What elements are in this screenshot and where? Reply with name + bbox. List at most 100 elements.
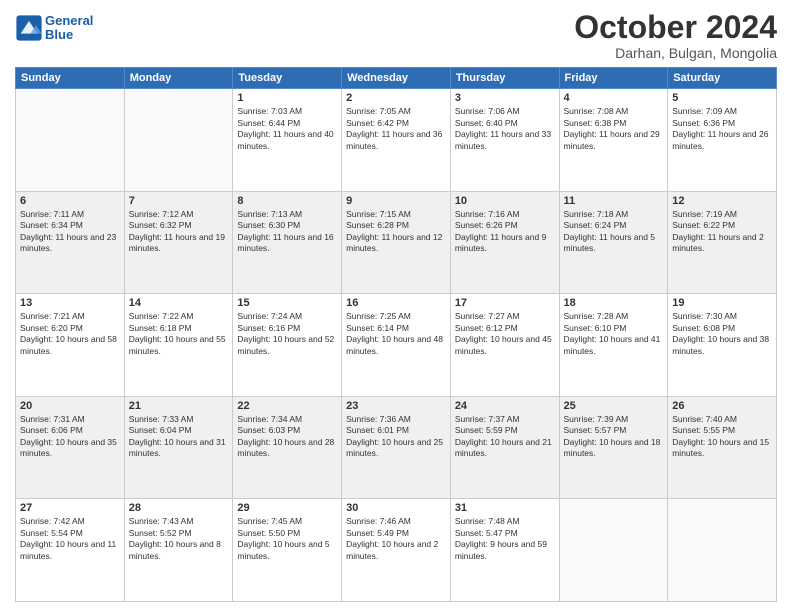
day-cell: 10 Sunrise: 7:16 AMSunset: 6:26 PMDayligh… [450,191,559,294]
day-cell: 12 Sunrise: 7:19 AMSunset: 6:22 PMDayligh… [668,191,777,294]
day-number: 27 [20,502,120,514]
col-tuesday: Tuesday [233,68,342,89]
col-friday: Friday [559,68,668,89]
day-number: 25 [564,400,664,412]
col-monday: Monday [124,68,233,89]
day-cell: 7Sunrise: 7:12 AMSunset: 6:32 PMDaylight… [124,191,233,294]
day-cell: 11 Sunrise: 7:18 AMSunset: 6:24 PMDayligh… [559,191,668,294]
week-row-1: 1 Sunrise: 7:03 AMSunset: 6:44 PMDaylight… [16,89,777,192]
day-cell: 2 Sunrise: 7:05 AMSunset: 6:42 PMDaylight… [342,89,451,192]
day-cell: 29Sunrise: 7:45 AMSunset: 5:50 PMDayligh… [233,499,342,602]
day-info: Sunrise: 7:42 AMSunset: 5:54 PMDaylight:… [20,516,120,562]
day-number: 31 [455,502,555,514]
day-cell: 9 Sunrise: 7:15 AMSunset: 6:28 PMDaylight… [342,191,451,294]
day-info: Sunrise: 7:48 AMSunset: 5:47 PMDaylight:… [455,516,555,562]
logo-line2: Blue [45,27,73,42]
day-cell [668,499,777,602]
day-info: Sunrise: 7:33 AMSunset: 6:04 PMDaylight:… [129,414,229,460]
day-cell: 6 Sunrise: 7:11 AMSunset: 6:34 PMDaylight… [16,191,125,294]
day-number: 12 [672,195,772,207]
col-wednesday: Wednesday [342,68,451,89]
day-info: Sunrise: 7:30 AMSunset: 6:08 PMDaylight:… [672,311,772,357]
day-info: Sunrise: 7:05 AMSunset: 6:42 PMDaylight:… [346,106,446,152]
day-cell: 19Sunrise: 7:30 AMSunset: 6:08 PMDayligh… [668,294,777,397]
day-cell: 4Sunrise: 7:08 AMSunset: 6:38 PMDaylight… [559,89,668,192]
day-cell: 26 Sunrise: 7:40 AMSunset: 5:55 PMDayligh… [668,396,777,499]
col-saturday: Saturday [668,68,777,89]
day-cell: 24Sunrise: 7:37 AMSunset: 5:59 PMDayligh… [450,396,559,499]
day-info: Sunrise: 7:13 AMSunset: 6:30 PMDaylight:… [237,209,337,255]
day-info: Sunrise: 7:27 AMSunset: 6:12 PMDaylight:… [455,311,555,357]
day-cell: 3 Sunrise: 7:06 AMSunset: 6:40 PMDaylight… [450,89,559,192]
day-number: 16 [346,297,446,309]
week-row-5: 27 Sunrise: 7:42 AMSunset: 5:54 PMDayligh… [16,499,777,602]
day-number: 2 [346,92,446,104]
day-cell [124,89,233,192]
day-info: Sunrise: 7:21 AMSunset: 6:20 PMDaylight:… [20,311,120,357]
day-number: 17 [455,297,555,309]
day-cell: 16 Sunrise: 7:25 AMSunset: 6:14 PMDayligh… [342,294,451,397]
day-info: Sunrise: 7:43 AMSunset: 5:52 PMDaylight:… [129,516,229,562]
day-info: Sunrise: 7:40 AMSunset: 5:55 PMDaylight:… [672,414,772,460]
day-number: 23 [346,400,446,412]
day-info: Sunrise: 7:45 AMSunset: 5:50 PMDaylight:… [237,516,337,562]
day-cell: 21 Sunrise: 7:33 AMSunset: 6:04 PMDayligh… [124,396,233,499]
day-number: 8 [237,195,337,207]
day-info: Sunrise: 7:11 AMSunset: 6:34 PMDaylight:… [20,209,120,255]
day-number: 26 [672,400,772,412]
logo-line1: General [45,13,93,28]
day-info: Sunrise: 7:28 AMSunset: 6:10 PMDaylight:… [564,311,664,357]
day-number: 9 [346,195,446,207]
week-row-4: 20 Sunrise: 7:31 AMSunset: 6:06 PMDayligh… [16,396,777,499]
day-number: 1 [237,92,337,104]
day-info: Sunrise: 7:46 AMSunset: 5:49 PMDaylight:… [346,516,446,562]
day-number: 28 [129,502,229,514]
day-info: Sunrise: 7:18 AMSunset: 6:24 PMDaylight:… [564,209,664,255]
calendar-page: General Blue October 2024 Darhan, Bulgan… [0,0,792,612]
title-section: October 2024 Darhan, Bulgan, Mongolia [574,10,777,61]
day-info: Sunrise: 7:37 AMSunset: 5:59 PMDaylight:… [455,414,555,460]
day-number: 14 [129,297,229,309]
day-number: 22 [237,400,337,412]
day-cell: 5 Sunrise: 7:09 AMSunset: 6:36 PMDaylight… [668,89,777,192]
day-info: Sunrise: 7:12 AMSunset: 6:32 PMDaylight:… [129,209,229,255]
day-info: Sunrise: 7:19 AMSunset: 6:22 PMDaylight:… [672,209,772,255]
day-cell: 31 Sunrise: 7:48 AMSunset: 5:47 PMDayligh… [450,499,559,602]
day-info: Sunrise: 7:36 AMSunset: 6:01 PMDaylight:… [346,414,446,460]
day-cell: 17 Sunrise: 7:27 AMSunset: 6:12 PMDayligh… [450,294,559,397]
day-info: Sunrise: 7:39 AMSunset: 5:57 PMDaylight:… [564,414,664,460]
day-cell: 1 Sunrise: 7:03 AMSunset: 6:44 PMDaylight… [233,89,342,192]
day-info: Sunrise: 7:34 AMSunset: 6:03 PMDaylight:… [237,414,337,460]
day-cell: 23 Sunrise: 7:36 AMSunset: 6:01 PMDayligh… [342,396,451,499]
day-number: 6 [20,195,120,207]
location-subtitle: Darhan, Bulgan, Mongolia [574,45,777,61]
day-number: 11 [564,195,664,207]
day-number: 10 [455,195,555,207]
day-cell: 22 Sunrise: 7:34 AMSunset: 6:03 PMDayligh… [233,396,342,499]
day-cell: 18 Sunrise: 7:28 AMSunset: 6:10 PMDayligh… [559,294,668,397]
day-cell: 25 Sunrise: 7:39 AMSunset: 5:57 PMDayligh… [559,396,668,499]
header-row: Sunday Monday Tuesday Wednesday Thursday… [16,68,777,89]
day-cell: 20 Sunrise: 7:31 AMSunset: 6:06 PMDayligh… [16,396,125,499]
day-number: 3 [455,92,555,104]
day-number: 4 [564,92,664,104]
day-info: Sunrise: 7:15 AMSunset: 6:28 PMDaylight:… [346,209,446,255]
logo: General Blue [15,14,93,43]
day-info: Sunrise: 7:31 AMSunset: 6:06 PMDaylight:… [20,414,120,460]
day-number: 21 [129,400,229,412]
month-title: October 2024 [574,10,777,45]
day-info: Sunrise: 7:06 AMSunset: 6:40 PMDaylight:… [455,106,555,152]
day-info: Sunrise: 7:16 AMSunset: 6:26 PMDaylight:… [455,209,555,255]
day-info: Sunrise: 7:22 AMSunset: 6:18 PMDaylight:… [129,311,229,357]
day-number: 20 [20,400,120,412]
day-cell: 27 Sunrise: 7:42 AMSunset: 5:54 PMDayligh… [16,499,125,602]
day-number: 18 [564,297,664,309]
day-number: 5 [672,92,772,104]
day-number: 13 [20,297,120,309]
day-info: Sunrise: 7:03 AMSunset: 6:44 PMDaylight:… [237,106,337,152]
calendar-table: Sunday Monday Tuesday Wednesday Thursday… [15,67,777,602]
day-cell: 13 Sunrise: 7:21 AMSunset: 6:20 PMDayligh… [16,294,125,397]
day-info: Sunrise: 7:25 AMSunset: 6:14 PMDaylight:… [346,311,446,357]
day-info: Sunrise: 7:09 AMSunset: 6:36 PMDaylight:… [672,106,772,152]
page-header: General Blue October 2024 Darhan, Bulgan… [15,10,777,61]
